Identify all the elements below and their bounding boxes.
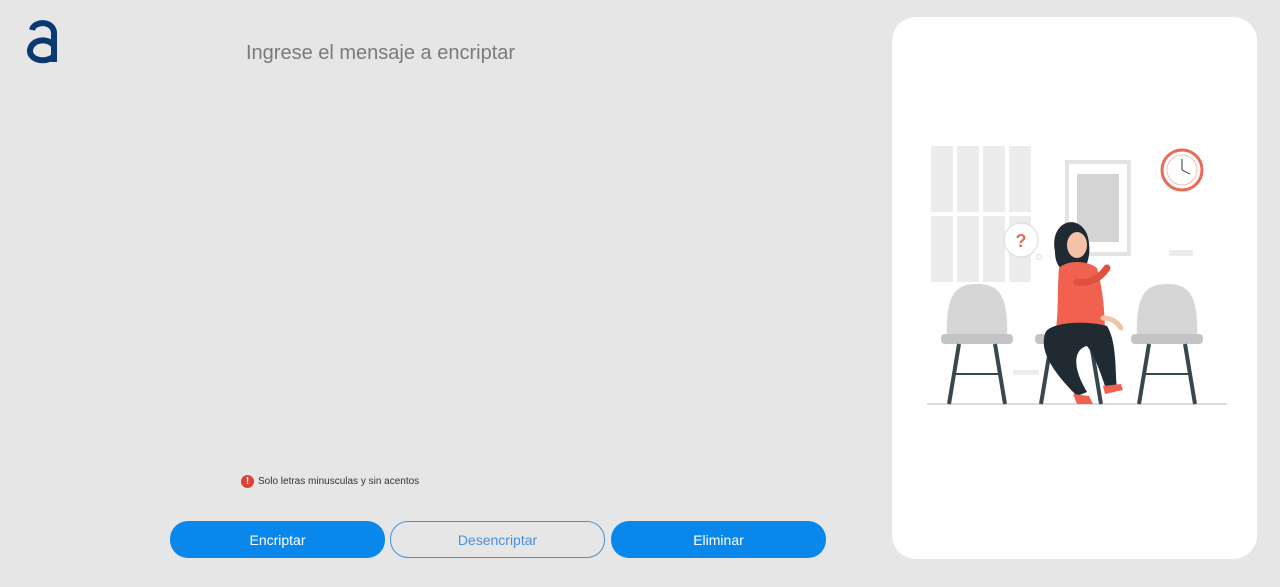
window-shape <box>931 146 1031 282</box>
page: ! Solo letras minusculas y sin acentos E… <box>0 0 1280 587</box>
chair-right <box>1131 284 1203 405</box>
chair-left <box>941 284 1013 405</box>
waiting-woman-illustration: ? <box>927 146 1227 405</box>
encrypt-button[interactable]: Encriptar <box>170 521 385 558</box>
message-input[interactable] <box>240 36 840 456</box>
hint-text: Solo letras minusculas y sin acentos <box>258 476 420 487</box>
clock-icon <box>1160 148 1204 192</box>
logo[interactable] <box>24 16 60 66</box>
question-mark-icon: ? <box>1016 231 1027 251</box>
alert-icon: ! <box>241 475 254 488</box>
woman-figure <box>1043 222 1124 404</box>
input-hint: ! Solo letras minusculas y sin acentos <box>241 475 419 488</box>
delete-button[interactable]: Eliminar <box>611 521 826 558</box>
output-panel: ? <box>892 17 1257 559</box>
decrypt-button[interactable]: Desencriptar <box>390 521 605 558</box>
